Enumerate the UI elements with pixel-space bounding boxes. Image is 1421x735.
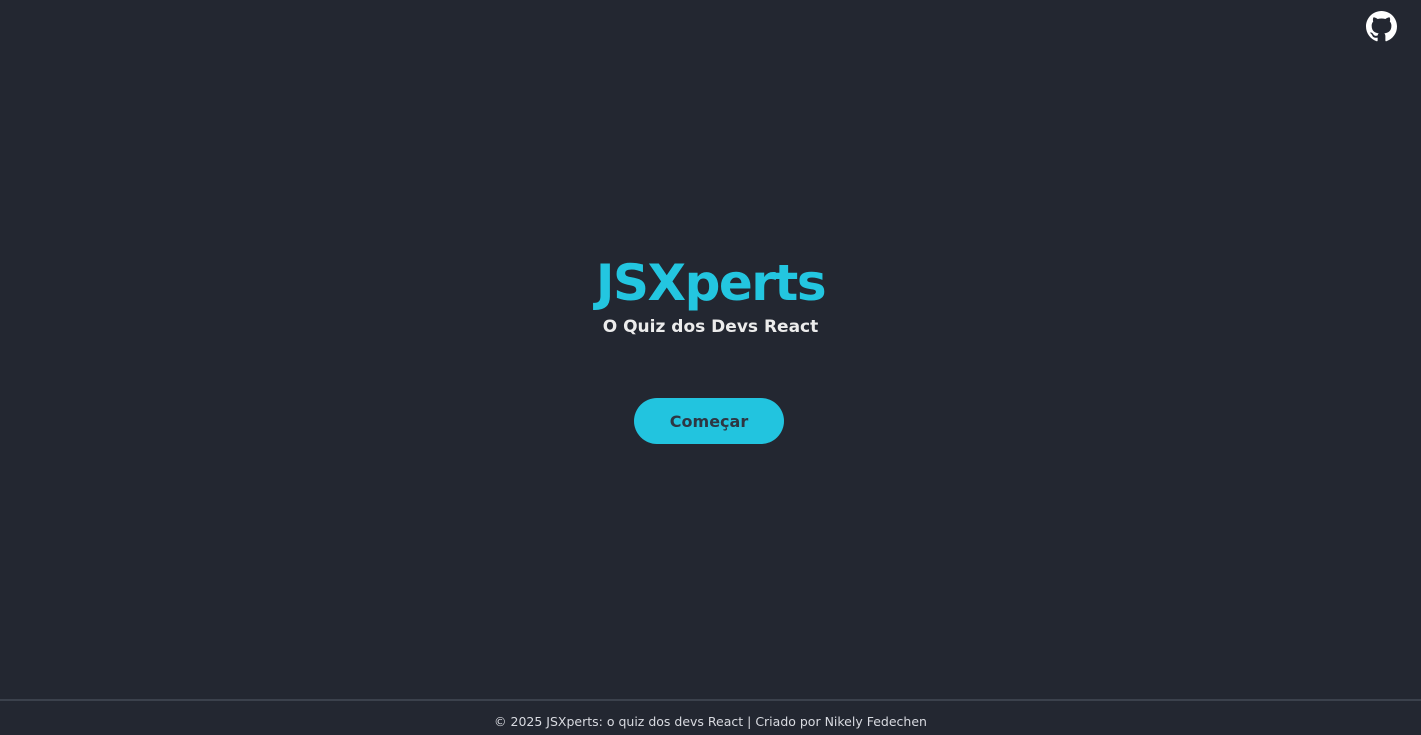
footer: © 2025 JSXperts: o quiz dos devs React |… — [0, 699, 1421, 735]
start-button[interactable]: Começar — [634, 398, 784, 444]
page-title: JSXperts — [595, 254, 827, 312]
github-icon — [1366, 11, 1397, 42]
hero: JSXperts O Quiz dos Devs React — [0, 251, 1421, 339]
page-subtitle: O Quiz dos Devs React — [602, 317, 819, 337]
github-link[interactable] — [1366, 11, 1397, 42]
footer-text: © 2025 JSXperts: o quiz dos devs React |… — [494, 714, 927, 729]
